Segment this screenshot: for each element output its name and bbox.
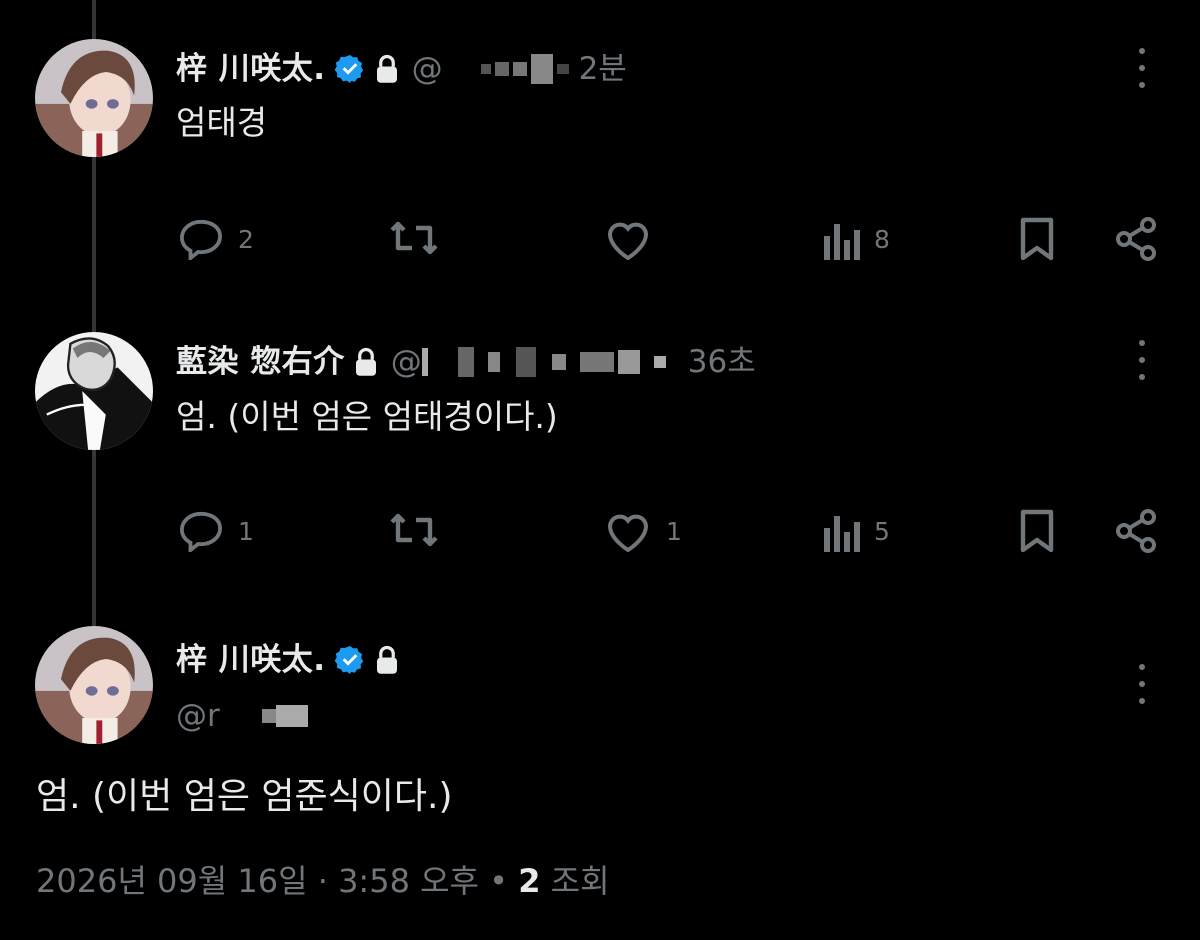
like-icon bbox=[607, 222, 649, 260]
share-icon bbox=[1116, 217, 1156, 261]
views-button[interactable]: 8 bbox=[822, 218, 890, 260]
share-icon bbox=[1116, 509, 1156, 553]
redaction bbox=[515, 347, 536, 377]
views-button[interactable]: 5 bbox=[822, 510, 890, 552]
handle[interactable]: @ bbox=[391, 342, 666, 382]
views-count: 2 bbox=[518, 862, 541, 900]
action-bar: 2 8 bbox=[0, 210, 1200, 266]
lock-icon bbox=[374, 54, 400, 84]
views-label: 조회 bbox=[550, 862, 610, 900]
redaction bbox=[494, 62, 509, 76]
handle[interactable]: @ bbox=[412, 49, 569, 89]
redaction bbox=[261, 709, 276, 723]
meta-bullet: • bbox=[489, 862, 509, 900]
redaction bbox=[530, 54, 553, 84]
avatar[interactable] bbox=[35, 626, 153, 744]
display-name[interactable]: 梓 川咲太. bbox=[176, 49, 326, 89]
views-icon bbox=[824, 224, 860, 260]
bookmark-icon bbox=[1020, 509, 1054, 553]
reply-icon bbox=[179, 511, 223, 552]
bookmark-button[interactable] bbox=[1017, 216, 1057, 262]
retweet-icon bbox=[390, 221, 438, 255]
more-icon[interactable] bbox=[1128, 48, 1156, 88]
tweet-time[interactable]: 3:58 오후 bbox=[338, 862, 479, 900]
more-icon[interactable] bbox=[1128, 664, 1156, 704]
tweet-text: 엄. (이번 엄은 엄준식이다.) bbox=[36, 776, 453, 817]
lock-icon bbox=[353, 347, 379, 377]
redaction bbox=[551, 354, 566, 370]
retweet-button[interactable] bbox=[388, 218, 454, 258]
retweet-button[interactable] bbox=[388, 510, 454, 550]
display-name[interactable]: 梓 川咲太. bbox=[176, 640, 326, 680]
reply-button[interactable]: 2 bbox=[178, 218, 254, 260]
verified-badge-icon bbox=[334, 53, 366, 85]
meta-separator: · bbox=[317, 862, 328, 900]
avatar[interactable] bbox=[35, 332, 153, 450]
reply-icon bbox=[179, 219, 223, 260]
reply-button[interactable]: 1 bbox=[178, 510, 254, 552]
avatar-image bbox=[35, 39, 153, 157]
redaction bbox=[421, 348, 428, 376]
tweet-header: 藍染 惣右介 @ 36초 bbox=[176, 342, 756, 382]
tweet-text: 엄태경 bbox=[176, 103, 268, 142]
views-count: 5 bbox=[874, 516, 890, 546]
bookmark-icon bbox=[1020, 217, 1054, 261]
avatar-image bbox=[35, 332, 153, 450]
tweet-date[interactable]: 2026년 09월 16일 bbox=[36, 862, 308, 900]
tweet-time[interactable]: 2분 bbox=[579, 49, 627, 89]
display-name[interactable]: 藍染 惣右介 bbox=[176, 342, 345, 382]
lock-icon bbox=[374, 645, 400, 675]
tweet-header: 梓 川咲太. @ 2분 bbox=[176, 49, 627, 89]
retweet-icon bbox=[390, 513, 438, 547]
views-icon bbox=[824, 516, 860, 552]
redaction bbox=[487, 352, 500, 372]
like-icon bbox=[607, 514, 649, 552]
redaction bbox=[457, 347, 474, 377]
like-count: 1 bbox=[666, 516, 682, 546]
redaction bbox=[617, 350, 640, 374]
share-button[interactable] bbox=[1114, 508, 1158, 554]
action-bar: 1 1 5 bbox=[0, 502, 1200, 558]
bookmark-button[interactable] bbox=[1017, 508, 1057, 554]
main-handle-row: @r bbox=[176, 696, 308, 736]
redaction bbox=[579, 352, 614, 372]
redaction bbox=[480, 64, 491, 74]
tweet-header: 梓 川咲太. bbox=[176, 640, 400, 680]
avatar[interactable] bbox=[35, 39, 153, 157]
redaction bbox=[556, 64, 569, 74]
redaction bbox=[275, 705, 308, 727]
like-button[interactable]: 1 bbox=[604, 510, 682, 552]
tweet-meta: 2026년 09월 16일 · 3:58 오후 • 2 조회 bbox=[36, 856, 610, 902]
avatar-image bbox=[35, 626, 153, 744]
redaction bbox=[653, 356, 666, 368]
like-button[interactable] bbox=[604, 218, 666, 260]
share-button[interactable] bbox=[1114, 216, 1158, 262]
views-count: 8 bbox=[874, 224, 890, 254]
more-icon[interactable] bbox=[1128, 340, 1156, 380]
handle-text: @ bbox=[411, 51, 443, 87]
redaction bbox=[512, 62, 527, 76]
reply-count: 2 bbox=[238, 224, 254, 254]
tweet-text: 엄. (이번 엄은 엄태경이다.) bbox=[176, 397, 558, 436]
tweet-time[interactable]: 36초 bbox=[688, 342, 756, 382]
handle-text: @r bbox=[176, 698, 220, 734]
thread-line-top bbox=[92, 0, 96, 40]
reply-count: 1 bbox=[238, 516, 254, 546]
handle[interactable]: @r bbox=[176, 696, 308, 736]
handle-text: @ bbox=[390, 344, 422, 380]
verified-badge-icon bbox=[334, 644, 366, 676]
